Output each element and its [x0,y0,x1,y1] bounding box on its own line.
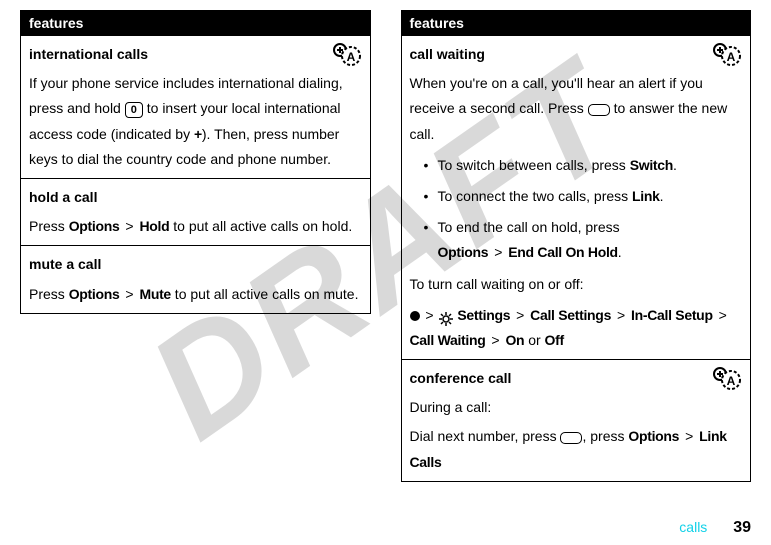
list-item: To connect the two calls, press Link. [424,184,743,209]
feature-title: international calls [29,42,362,67]
body-text: Dial next number, press , press Options … [410,424,743,474]
page-number: 39 [733,519,751,536]
feature-title: mute a call [29,252,362,277]
page-footer: calls 39 [679,519,751,537]
body-text: During a call: [410,395,743,420]
send-key-icon [588,104,610,116]
body-text: to put all active calls on hold. [169,218,352,234]
page-content: features A international calls If your p… [0,0,771,482]
features-table-right: features A call waiting When you're on a… [401,10,752,482]
options-label: Options [69,218,120,234]
nav-path: > Settings > Call Settings > In-Call Set… [410,303,743,353]
feature-cell-international-calls: A international calls If your phone serv… [21,36,371,179]
key-zero-icon: 0 [125,102,143,118]
options-label: Options [69,286,120,302]
features-table-left: features A international calls If your p… [20,10,371,314]
center-key-icon [410,311,420,321]
left-column: features A international calls If your p… [20,10,371,482]
feature-cell-conference-call: A conference call During a call: Dial ne… [401,360,751,482]
section-label: calls [679,519,707,535]
body-text: Press [29,286,69,302]
carrier-badge-icon: A [712,366,742,391]
feature-cell-call-waiting: A call waiting When you're on a call, yo… [401,36,751,360]
gt-icon: > [125,214,133,239]
right-column: features A call waiting When you're on a… [401,10,752,482]
list-item: To switch between calls, press Switch. [424,153,743,178]
svg-text:A: A [346,50,355,64]
action-label: Mute [139,286,170,302]
feature-title: call waiting [410,42,743,67]
body-text: Press [29,218,69,234]
table-header: features [401,11,751,36]
feature-title: hold a call [29,185,362,210]
plus-sign: + [194,126,202,142]
feature-title: conference call [410,366,743,391]
settings-gear-icon [439,309,453,323]
action-label: Hold [139,218,169,234]
carrier-badge-icon: A [332,42,362,67]
svg-text:A: A [727,50,736,64]
body-text: to put all active calls on mute. [171,286,359,302]
bullet-list: To switch between calls, press Switch. T… [410,153,743,266]
table-header: features [21,11,371,36]
svg-text:A: A [727,374,736,388]
body-text: To turn call waiting on or off: [410,272,743,297]
carrier-badge-icon: A [712,42,742,67]
list-item: To end the call on hold, press Options >… [424,215,743,265]
feature-cell-hold-call: hold a call Press Options > Hold to put … [21,178,371,245]
feature-cell-mute-call: mute a call Press Options > Mute to put … [21,246,371,313]
gt-icon: > [125,282,133,307]
send-key-icon [560,432,582,444]
